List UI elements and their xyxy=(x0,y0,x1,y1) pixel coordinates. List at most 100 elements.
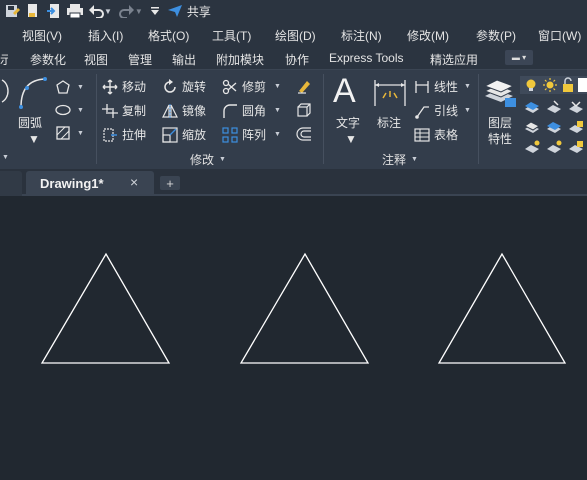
export-icon[interactable] xyxy=(45,2,63,20)
move-icon xyxy=(102,79,118,94)
layer-freeze-icon[interactable] xyxy=(568,100,584,114)
triangle-shape-1[interactable] xyxy=(40,252,171,364)
tab-collaborate[interactable]: 协作 xyxy=(285,51,309,68)
panel-divider xyxy=(478,74,479,164)
annotation-panel-title[interactable]: 注释 ▼ xyxy=(382,151,418,168)
layer-off-icon[interactable] xyxy=(524,100,540,114)
array-label: 阵列 xyxy=(242,128,267,142)
mirror-label: 镜像 xyxy=(182,104,207,118)
plot-icon[interactable] xyxy=(24,2,42,20)
move-button[interactable]: 移动 xyxy=(102,78,146,95)
modify-panel-title[interactable]: 修改 ▼ xyxy=(190,151,226,168)
close-tab-icon[interactable]: × xyxy=(130,174,138,190)
lock-icon[interactable] xyxy=(561,77,575,93)
print-icon[interactable] xyxy=(66,2,84,20)
redo-icon[interactable] xyxy=(118,2,136,20)
array-button[interactable]: 阵列 ▼ xyxy=(222,126,281,143)
copy-button[interactable]: 复制 xyxy=(102,102,146,119)
modify-panel-label: 修改 xyxy=(190,153,215,167)
new-tab-button[interactable]: + xyxy=(160,176,180,191)
redo-dropdown-icon[interactable]: ▼ xyxy=(135,7,143,16)
ellipse-icon xyxy=(55,104,71,116)
hatch-dropdown-icon[interactable]: ▼ xyxy=(77,130,84,137)
tab-partial[interactable]: 示 xyxy=(0,51,8,68)
array-icon xyxy=(222,126,238,143)
ellipse-dropdown-icon[interactable]: ▼ xyxy=(77,107,84,114)
draw-panel-expand-icon[interactable]: ▼ xyxy=(2,154,9,161)
menu-format[interactable]: 格式(O) xyxy=(148,27,189,44)
document-tab-drawing1[interactable]: Drawing1* × xyxy=(26,171,154,196)
fillet-button[interactable]: 圆角 ▼ xyxy=(222,102,281,119)
layer-isolate-icon[interactable] xyxy=(546,100,562,114)
layer-lock-icon[interactable] xyxy=(568,120,584,134)
triangle-shape-2[interactable] xyxy=(239,252,370,364)
hatch-button[interactable]: ▼ xyxy=(55,125,84,141)
menu-modify[interactable]: 修改(M) xyxy=(407,27,449,44)
layer-walk-icon[interactable] xyxy=(524,140,540,154)
layer-unisolate-icon[interactable] xyxy=(546,140,562,154)
menu-draw[interactable]: 绘图(D) xyxy=(275,27,316,44)
linear-dimension-icon xyxy=(415,80,429,93)
undo-icon[interactable] xyxy=(87,2,105,20)
layer-properties-label-2: 特性 xyxy=(488,132,513,146)
linear-button[interactable]: 线性 ▼ xyxy=(414,78,471,95)
leader-dropdown-icon[interactable]: ▼ xyxy=(464,107,471,114)
model-space xyxy=(40,252,567,364)
annotation-panel-label: 注释 xyxy=(382,153,407,167)
layer-state-bar[interactable] xyxy=(520,76,587,94)
circle-partial-icon[interactable] xyxy=(0,78,12,104)
scale-icon xyxy=(162,126,178,143)
menu-insert[interactable]: 插入(I) xyxy=(88,27,123,44)
menu-view[interactable]: 视图(V) xyxy=(22,27,62,44)
scale-button[interactable]: 缩放 xyxy=(162,126,206,143)
menu-dimension[interactable]: 标注(N) xyxy=(341,27,382,44)
menu-tools[interactable]: 工具(T) xyxy=(212,27,251,44)
array-dropdown-icon[interactable]: ▼ xyxy=(274,131,281,138)
menu-window[interactable]: 窗口(W) xyxy=(538,27,581,44)
layer-color-swatch[interactable] xyxy=(578,78,587,92)
menu-parametric[interactable]: 参数(P) xyxy=(476,27,516,44)
share-button[interactable]: 共享 xyxy=(167,3,211,20)
layer-thaw-icon[interactable] xyxy=(568,140,584,154)
ribbon-minimize-button[interactable]: ▬ ▾ xyxy=(505,50,533,65)
tab-manage[interactable]: 管理 xyxy=(128,51,152,68)
erase-button[interactable] xyxy=(296,78,312,94)
tab-parametric[interactable]: 参数化 xyxy=(30,51,66,68)
rotate-button[interactable]: 旋转 xyxy=(162,78,206,95)
tab-express-tools[interactable]: Express Tools xyxy=(329,51,403,65)
arc-label[interactable]: 圆弧 xyxy=(18,114,42,131)
hatch-icon xyxy=(56,126,70,140)
leader-button[interactable]: 引线 ▼ xyxy=(414,102,471,119)
sun-icon[interactable] xyxy=(542,77,558,93)
arc-icon[interactable] xyxy=(18,76,48,110)
save-as-icon[interactable] xyxy=(3,2,21,20)
undo-dropdown-icon[interactable]: ▼ xyxy=(104,7,112,16)
explode-button[interactable] xyxy=(296,102,312,118)
lightbulb-icon[interactable] xyxy=(523,77,539,93)
arc-dropdown-icon[interactable]: ▼ xyxy=(28,132,40,146)
table-button[interactable]: 表格 xyxy=(414,126,458,143)
layer-properties-label-1: 图层 xyxy=(488,116,513,130)
layer-previous-icon[interactable] xyxy=(546,120,562,134)
rotate-icon xyxy=(164,78,176,93)
polygon-button[interactable]: ▼ xyxy=(55,79,84,95)
linear-dropdown-icon[interactable]: ▼ xyxy=(464,83,471,90)
trim-button[interactable]: 修剪 ▼ xyxy=(222,78,281,95)
triangle-shape-3[interactable] xyxy=(437,252,567,364)
polygon-dropdown-icon[interactable]: ▼ xyxy=(77,84,84,91)
drawing-canvas[interactable] xyxy=(0,198,587,480)
trim-dropdown-icon[interactable]: ▼ xyxy=(274,83,281,90)
stretch-button[interactable]: 拉伸 xyxy=(102,126,146,143)
start-tab[interactable] xyxy=(0,171,22,196)
tab-output[interactable]: 输出 xyxy=(172,51,196,68)
ellipse-button[interactable]: ▼ xyxy=(55,102,84,118)
tab-addins[interactable]: 附加模块 xyxy=(216,51,264,68)
offset-button[interactable] xyxy=(296,126,312,142)
fillet-dropdown-icon[interactable]: ▼ xyxy=(274,107,281,114)
table-icon xyxy=(414,127,430,142)
mirror-button[interactable]: 镜像 xyxy=(162,102,206,119)
layer-match-icon[interactable] xyxy=(524,120,540,134)
tab-featured-apps[interactable]: 精选应用 xyxy=(430,51,478,68)
customize-qat-icon[interactable] xyxy=(149,2,161,20)
tab-view[interactable]: 视图 xyxy=(84,51,108,68)
